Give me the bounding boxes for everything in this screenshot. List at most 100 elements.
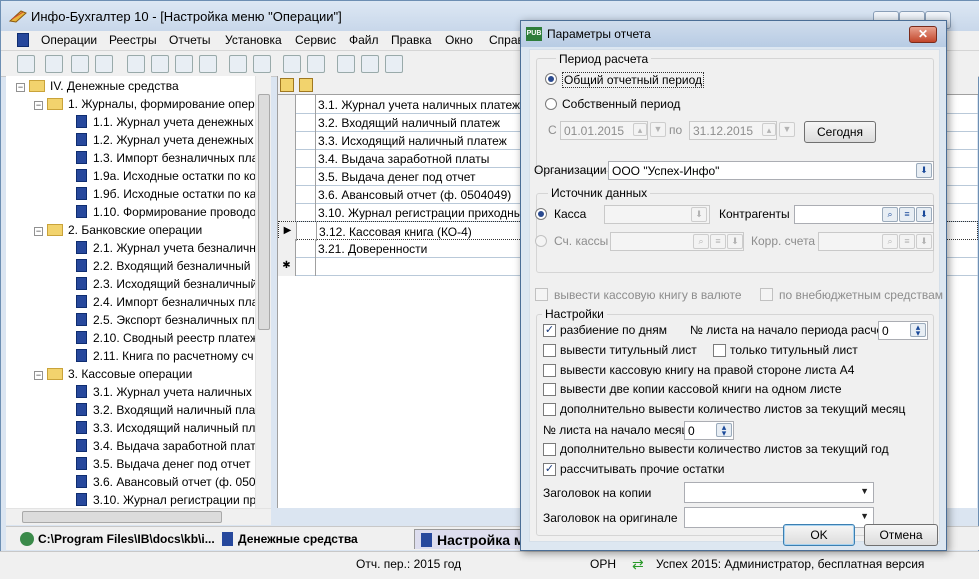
row-selector[interactable] <box>278 95 296 114</box>
right-side-a4-label[interactable]: вывести кассовую книгу на правой стороне… <box>560 363 854 377</box>
common-period-label[interactable]: Общий отчетный период <box>562 72 704 88</box>
scrollbar-thumb[interactable] <box>22 511 222 523</box>
corr-accounts-search-icon[interactable]: ⌕ <box>882 234 898 249</box>
sheet-start-month-spinner[interactable]: ▴ ▾ <box>716 423 732 438</box>
collapse-icon[interactable]: − <box>34 371 43 380</box>
template-icon[interactable] <box>199 55 217 73</box>
two-copies-checkbox[interactable] <box>543 383 556 396</box>
contractors-search-icon[interactable]: ⌕ <box>882 207 898 222</box>
cash-radio[interactable] <box>535 208 547 220</box>
from-date-spin[interactable]: ▴ <box>633 123 647 136</box>
cash-label[interactable]: Касса <box>554 207 586 221</box>
tab-path[interactable]: C:\Program Files\IB\docs\kb\i... <box>16 529 215 549</box>
row-selector[interactable] <box>278 203 296 222</box>
to-date-spin[interactable]: ▴ <box>762 123 776 136</box>
menu-registers[interactable]: Реестры <box>109 33 157 47</box>
folder-up-icon[interactable] <box>299 78 313 92</box>
menu-edit[interactable]: Правка <box>391 33 432 47</box>
calculator-icon[interactable] <box>253 55 271 73</box>
export-icon[interactable] <box>175 55 193 73</box>
scrollbar-thumb[interactable] <box>258 94 270 330</box>
collapse-icon[interactable]: − <box>16 83 25 92</box>
palette-icon[interactable] <box>361 55 379 73</box>
tree-document-item[interactable]: 3.3. Исходящий наличный пл <box>76 421 255 439</box>
cash-accounts-search-icon[interactable]: ⌕ <box>693 234 709 249</box>
tree-document-item[interactable]: 1.2. Журнал учета денежных с <box>76 133 263 151</box>
row-selector[interactable] <box>278 149 296 168</box>
tree-document-item[interactable]: 2.1. Журнал учета безналичн <box>76 241 256 259</box>
tree-document-item[interactable]: 2.11. Книга по расчетному сч <box>76 349 253 367</box>
ok-button[interactable]: OK <box>783 524 855 546</box>
cut-icon[interactable] <box>95 55 113 73</box>
tree-folder-item[interactable]: − 2. Банковские операции <box>34 223 202 241</box>
cash-accounts-radio[interactable] <box>535 235 547 247</box>
sheet-start-period-spinner[interactable]: ▴ ▾ <box>910 323 926 338</box>
cancel-button[interactable]: Отмена <box>864 524 938 546</box>
tree-document-item[interactable]: 3.10. Журнал регистрации пр <box>76 493 256 508</box>
contractors-list-icon[interactable]: ≡ <box>899 207 915 222</box>
folder-icon[interactable] <box>280 78 294 92</box>
title-page-checkbox[interactable] <box>543 344 556 357</box>
right-side-a4-checkbox[interactable] <box>543 364 556 377</box>
from-date-dropdown[interactable]: ▼ <box>650 122 666 137</box>
tree-document-item[interactable]: 3.5. Выдача денег под отчет <box>76 457 251 475</box>
title-page-label[interactable]: вывести титульный лист <box>560 343 697 357</box>
settings-icon[interactable] <box>337 55 355 73</box>
menu-file[interactable]: Файл <box>349 33 379 47</box>
calc-other-checkbox[interactable]: ✓ <box>543 463 556 476</box>
menu-operations[interactable]: Операции <box>41 33 97 47</box>
tree-folder-item[interactable]: − IV. Денежные средства <box>16 79 179 97</box>
cash-accounts-dropdown-icon[interactable]: ⬇ <box>727 234 743 249</box>
row-selector[interactable] <box>278 185 296 204</box>
tree-document-item[interactable]: 1.10. Формирование проводо <box>76 205 256 223</box>
collapse-icon[interactable]: − <box>34 101 43 110</box>
print-icon[interactable] <box>127 55 145 73</box>
count-year-checkbox[interactable] <box>543 443 556 456</box>
title-only-checkbox[interactable] <box>713 344 726 357</box>
currency-book-label[interactable]: вывести кассовую книгу в валюте <box>554 288 742 302</box>
cash-accounts-label[interactable]: Сч. кассы <box>554 234 608 248</box>
menu-reports[interactable]: Отчеты <box>169 33 210 47</box>
own-period-label[interactable]: Собственный период <box>562 97 680 111</box>
network-icon[interactable] <box>385 55 403 73</box>
calc-other-label[interactable]: рассчитывать прочие остатки <box>560 462 724 476</box>
tab-settings[interactable]: Настройка м <box>414 529 526 549</box>
organization-field[interactable]: ООО "Успех-Инфо" <box>608 161 934 180</box>
row-selector[interactable] <box>278 167 296 186</box>
tree-document-item[interactable]: 3.2. Входящий наличный пла <box>76 403 255 421</box>
paste-icon[interactable] <box>71 55 89 73</box>
corr-accounts-dropdown-icon[interactable]: ⬇ <box>916 234 932 249</box>
grid-view-icon[interactable] <box>17 55 35 73</box>
collapse-icon[interactable]: − <box>34 227 43 236</box>
menu-window[interactable]: Окно <box>445 33 473 47</box>
calendar-icon[interactable] <box>229 55 247 73</box>
cash-dropdown-icon[interactable]: ⬇ <box>691 207 707 222</box>
organization-dropdown-icon[interactable]: ⬇ <box>916 163 932 178</box>
row-selector[interactable] <box>278 131 296 150</box>
count-month-label[interactable]: дополнительно вывести количество листов … <box>560 402 905 416</box>
tree-document-item[interactable]: 2.5. Экспорт безналичных пла <box>76 313 261 331</box>
cash-accounts-list-icon[interactable]: ≡ <box>710 234 726 249</box>
today-button[interactable]: Сегодня <box>804 121 876 143</box>
split-by-days-label[interactable]: разбиение по дням <box>560 323 667 337</box>
count-year-label[interactable]: дополнительно вывести количество листов … <box>560 442 889 456</box>
tab-money[interactable]: Денежные средства <box>216 529 358 549</box>
tree-document-item[interactable]: 3.4. Выдача заработной плать <box>76 439 262 457</box>
menu-service[interactable]: Сервис <box>295 33 336 47</box>
tree-document-item[interactable]: 2.4. Импорт безналичных пла <box>76 295 258 313</box>
tree-document-item[interactable]: 1.9а. Исходные остатки по ко <box>76 169 256 187</box>
tree-horizontal-scrollbar[interactable] <box>6 508 271 525</box>
preview-icon[interactable] <box>151 55 169 73</box>
tree-document-item[interactable]: 1.9б. Исходные остатки по ка <box>76 187 256 205</box>
copy-header-select[interactable]: ▼ <box>684 482 874 503</box>
menu-help[interactable]: Справ <box>489 33 524 47</box>
title-only-label[interactable]: только титульный лист <box>730 343 858 357</box>
tree-document-item[interactable]: 2.3. Исходящий безналичный <box>76 277 257 295</box>
split-by-days-checkbox[interactable]: ✓ <box>543 324 556 337</box>
tree-folder-item[interactable]: − 1. Журналы, формирование опер <box>34 97 255 115</box>
tree-folder-item[interactable]: − 3. Кассовые операции <box>34 367 192 385</box>
row-selector[interactable] <box>278 239 296 258</box>
contractors-dropdown-icon[interactable]: ⬇ <box>916 207 932 222</box>
to-date-dropdown[interactable]: ▼ <box>779 122 795 137</box>
currency-book-checkbox[interactable] <box>535 288 548 301</box>
